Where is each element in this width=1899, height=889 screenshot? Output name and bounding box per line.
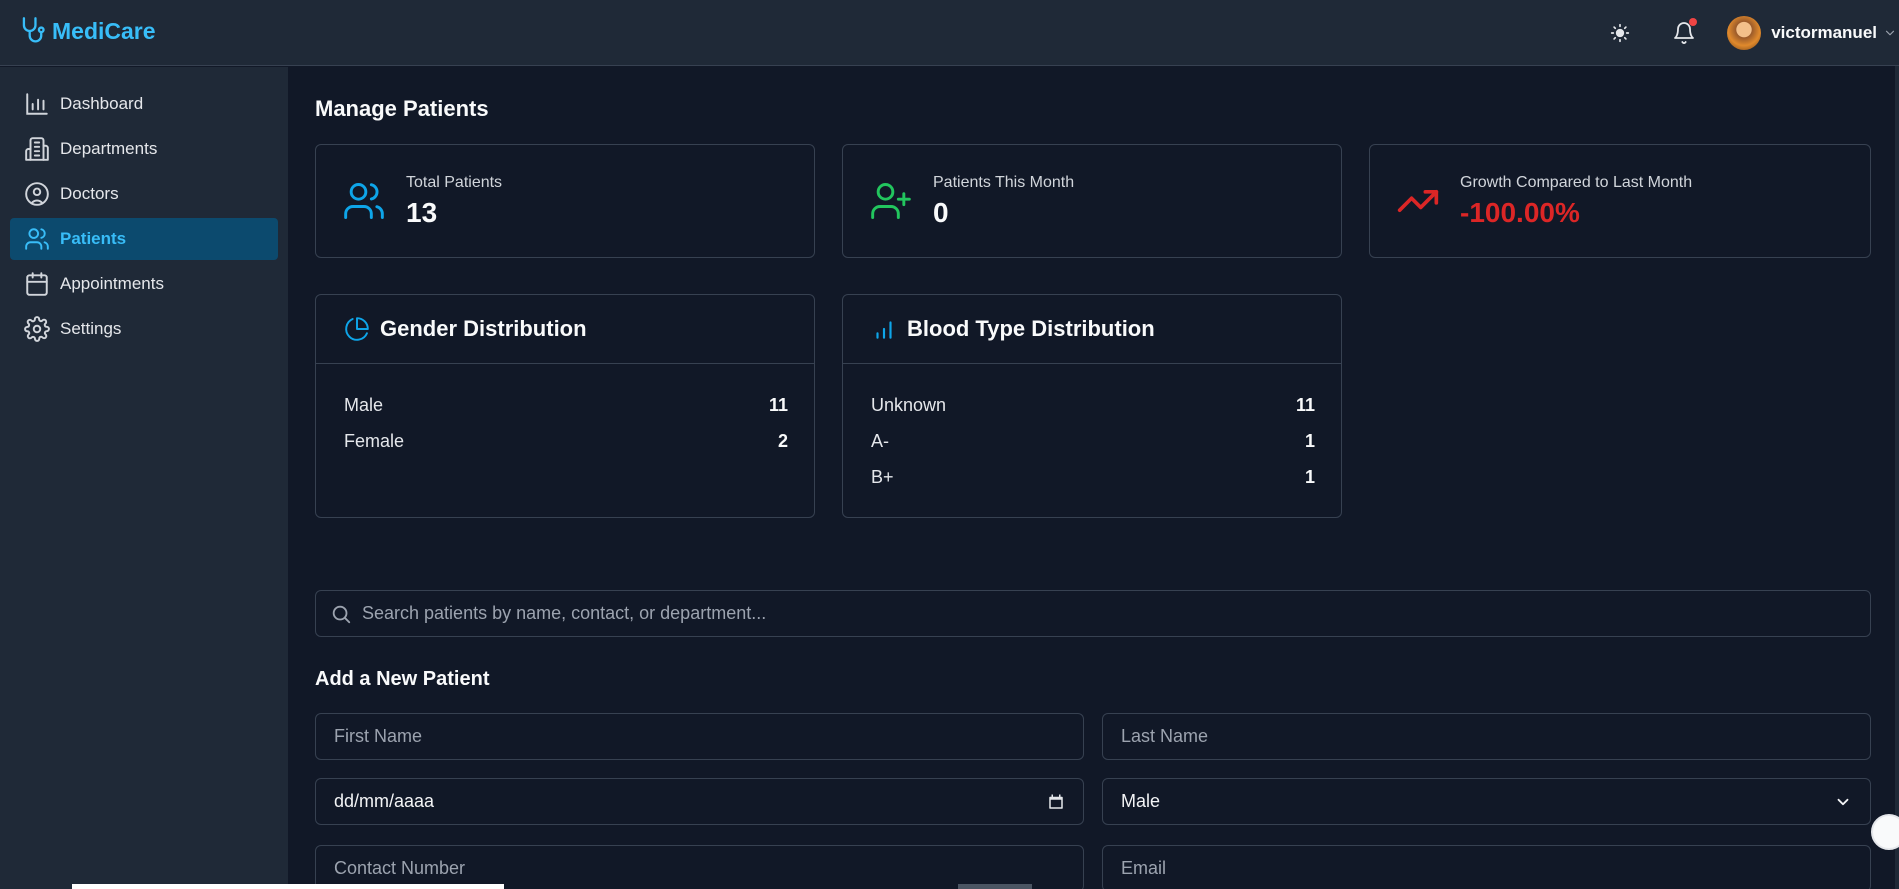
building-icon xyxy=(25,137,49,161)
users-icon xyxy=(25,228,49,250)
row-label: B+ xyxy=(871,467,894,487)
row-label: A- xyxy=(871,431,889,451)
sidebar-item-label: Patients xyxy=(60,229,127,248)
taskbar-strip xyxy=(958,884,1032,889)
calendar-icon[interactable] xyxy=(1047,793,1065,811)
form-title: Add a New Patient xyxy=(315,668,490,690)
header-actions: victormanuel xyxy=(1605,0,1899,66)
gender-distribution-card: Gender Distribution Male 11 Female 2 xyxy=(315,294,815,518)
trending-up-icon xyxy=(1397,190,1439,212)
stat-card-growth: Growth Compared to Last Month -100.00% xyxy=(1369,144,1871,258)
last-name-field xyxy=(1102,713,1871,760)
users-icon xyxy=(344,183,384,219)
user-plus-icon xyxy=(871,183,911,219)
user-circle-icon xyxy=(25,182,49,206)
chevron-down-icon xyxy=(1837,798,1849,805)
sidebar-item-label: Appointments xyxy=(60,274,164,293)
calendar-icon xyxy=(26,272,48,296)
distribution-row: Male 11 xyxy=(344,395,788,419)
sidebar-item-appointments[interactable]: Appointments xyxy=(10,263,278,305)
contact-number-input[interactable] xyxy=(334,858,1065,879)
user-menu[interactable]: victormanuel xyxy=(1727,16,1899,50)
avatar xyxy=(1727,16,1762,50)
row-label: Female xyxy=(344,431,405,451)
card-header: Gender Distribution xyxy=(316,295,814,364)
stat-label: Total Patients xyxy=(406,174,503,191)
username: victormanuel xyxy=(1771,23,1877,42)
main-content: Manage Patients Total Patients 13 Patien… xyxy=(288,67,1899,889)
date-of-birth-field[interactable]: dd/mm/aaaa xyxy=(315,778,1084,825)
brand[interactable]: MediCare xyxy=(18,16,156,46)
gear-icon xyxy=(24,316,50,342)
sidebar-item-settings[interactable]: Settings xyxy=(10,308,278,350)
email-input[interactable] xyxy=(1121,858,1852,879)
row-label: Unknown xyxy=(871,395,947,415)
patient-search-bar xyxy=(315,590,1871,637)
top-header: MediCare victormanuel xyxy=(0,0,1899,66)
stat-card-patients-this-month: Patients This Month 0 xyxy=(842,144,1342,258)
distribution-row: B+ 1 xyxy=(871,467,1315,491)
row-label: Male xyxy=(344,395,384,415)
stat-value: 13 xyxy=(406,197,438,228)
last-name-input[interactable] xyxy=(1121,726,1852,747)
distribution-row: A- 1 xyxy=(871,431,1315,455)
sidebar-item-dashboard[interactable]: Dashboard xyxy=(10,83,278,125)
row-value: 11 xyxy=(768,395,788,415)
stat-label: Growth Compared to Last Month xyxy=(1460,174,1693,191)
brand-name: MediCare xyxy=(52,17,156,44)
stat-label: Patients This Month xyxy=(933,174,1075,191)
chevron-down-icon xyxy=(1885,30,1895,36)
date-input-value: dd/mm/aaaa xyxy=(334,791,435,811)
stat-value: 0 xyxy=(933,197,949,228)
search-input[interactable] xyxy=(362,591,1870,636)
gender-select[interactable]: Male xyxy=(1102,778,1871,825)
signal-bars-icon xyxy=(876,321,892,339)
row-value: 2 xyxy=(777,431,788,451)
stat-value: -100.00% xyxy=(1460,197,1580,228)
first-name-field xyxy=(315,713,1084,760)
row-value: 1 xyxy=(1304,431,1315,451)
blood-type-distribution-card: Blood Type Distribution Unknown 11 A- 1 … xyxy=(842,294,1342,518)
email-field xyxy=(1102,845,1871,889)
card-title: Gender Distribution xyxy=(380,316,587,341)
notifications-bell-icon[interactable] xyxy=(1669,18,1699,48)
theme-toggle-icon[interactable] xyxy=(1605,18,1635,48)
card-header: Blood Type Distribution xyxy=(843,295,1341,364)
page-title: Manage Patients xyxy=(315,96,489,121)
scrollbar[interactable] xyxy=(1895,66,1899,889)
stethoscope-icon xyxy=(22,17,45,43)
distribution-row: Unknown 11 xyxy=(871,395,1315,419)
card-title: Blood Type Distribution xyxy=(907,316,1155,341)
bar-chart-icon xyxy=(26,93,48,115)
sidebar-item-label: Dashboard xyxy=(60,94,144,113)
sidebar-item-label: Settings xyxy=(60,319,122,338)
first-name-input[interactable] xyxy=(334,726,1065,747)
floating-assistant-button[interactable] xyxy=(1871,814,1899,850)
row-value: 1 xyxy=(1304,467,1315,487)
taskbar-strip xyxy=(72,884,504,889)
sidebar: Dashboard Departments Doctors Patients A… xyxy=(0,67,288,889)
sidebar-item-doctors[interactable]: Doctors xyxy=(10,173,278,215)
row-value: 11 xyxy=(1295,395,1315,415)
sidebar-item-label: Doctors xyxy=(60,184,119,203)
sidebar-item-patients[interactable]: Patients xyxy=(10,218,278,260)
pie-chart-icon xyxy=(345,317,369,341)
sidebar-item-departments[interactable]: Departments xyxy=(10,128,278,170)
search-icon xyxy=(332,605,351,623)
stat-card-total-patients: Total Patients 13 xyxy=(315,144,815,258)
gender-select-value: Male xyxy=(1121,791,1161,811)
distribution-row: Female 2 xyxy=(344,431,788,455)
sidebar-item-label: Departments xyxy=(60,139,158,158)
contact-number-field xyxy=(315,845,1084,889)
